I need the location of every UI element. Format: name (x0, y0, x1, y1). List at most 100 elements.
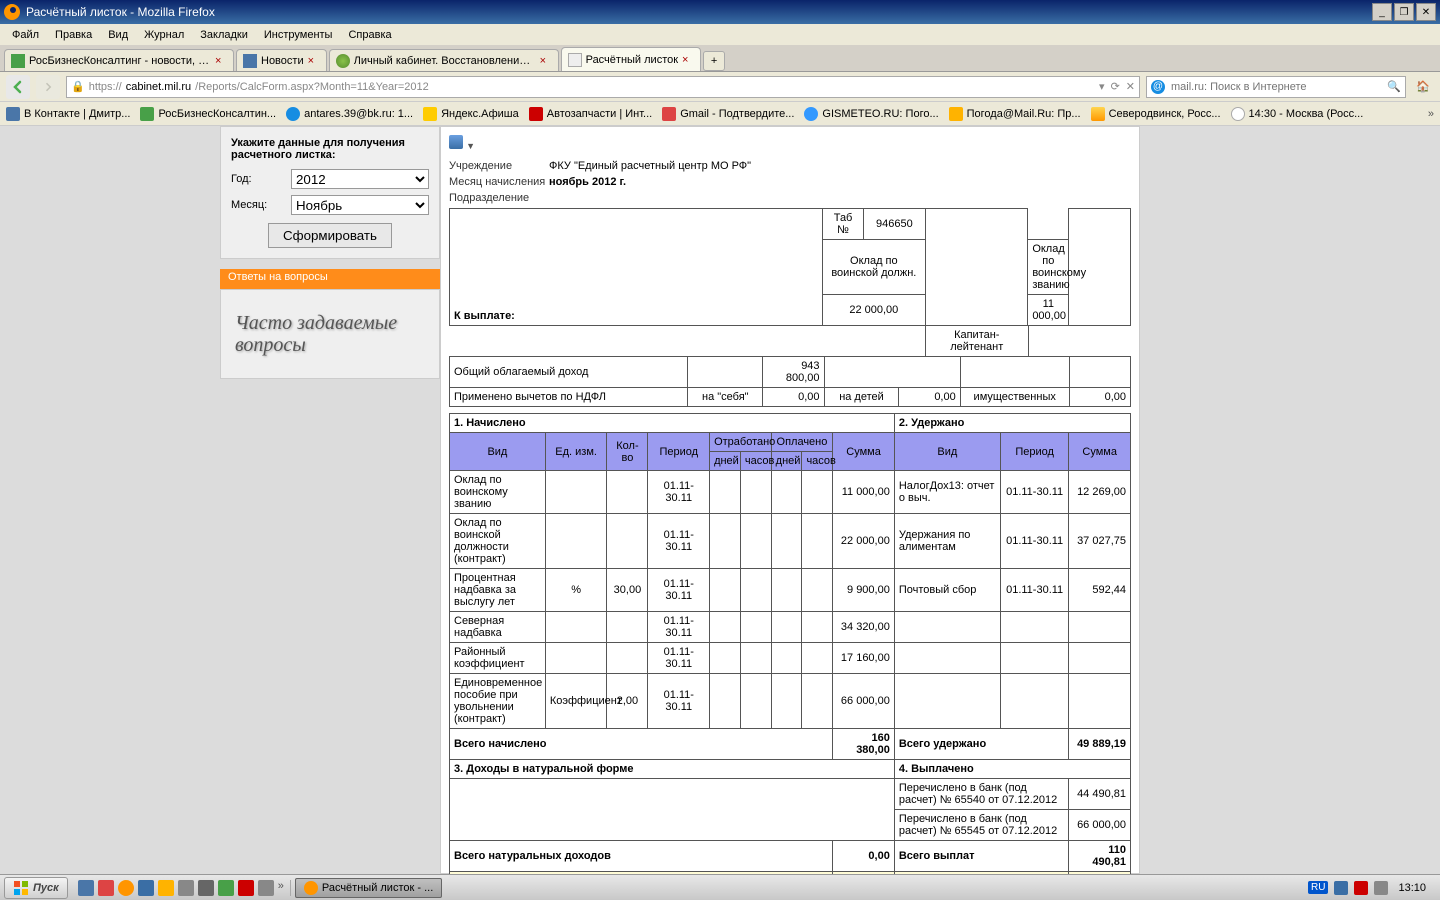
ql-icon[interactable] (158, 880, 174, 896)
institution-label: Учреждение (449, 160, 549, 172)
bookmark-item[interactable]: GISMETEO.RU: Пого... (804, 107, 938, 121)
close-icon[interactable]: × (682, 54, 694, 66)
search-input[interactable] (1171, 81, 1381, 93)
unit-label: Подразделение (449, 192, 549, 204)
tray-icon[interactable] (1354, 881, 1368, 895)
to-pay-label: К выплате: (454, 310, 515, 322)
new-tab-button[interactable]: + (703, 51, 725, 71)
table-row: Процентная надбавка за выслугу лет%30,00… (450, 569, 1131, 612)
menu-bookmarks[interactable]: Закладки (192, 27, 256, 43)
tray-icon[interactable] (1334, 881, 1348, 895)
ql-icon[interactable] (238, 880, 254, 896)
bookmark-item[interactable]: antares.39@bk.ru: 1... (286, 107, 413, 121)
top-table: К выплате: Таб № 946650 Оклад по воинско… (449, 208, 1131, 326)
faq-box[interactable]: Часто задаваемые вопросы (220, 289, 440, 379)
ql-icon[interactable] (198, 880, 214, 896)
close-icon[interactable]: × (308, 55, 320, 67)
table-row: Районный коэффициент01.11-30.1117 160,00 (450, 643, 1131, 674)
tab-strip: РосБизнесКонсалтинг - новости, акции... … (0, 46, 1440, 72)
url-bar[interactable]: 🔒 https://cabinet.mil.ru/Reports/CalcFor… (66, 76, 1140, 98)
task-button[interactable]: Расчётный листок - ... (295, 878, 442, 898)
period-value: ноябрь 2012 г. (549, 176, 626, 188)
report-toolbar: ▼ (449, 135, 1131, 152)
main-table: 1. Начислено 2. Удержано Вид Ед. изм. Ко… (449, 413, 1131, 874)
menu-view[interactable]: Вид (100, 27, 136, 43)
bookmarks-toolbar: В Контакте | Дмитр... РосБизнесКонсалтин… (0, 102, 1440, 126)
month-label: Месяц: (231, 199, 291, 211)
menu-edit[interactable]: Правка (47, 27, 100, 43)
language-indicator[interactable]: RU (1308, 881, 1328, 894)
ql-icon[interactable] (218, 880, 234, 896)
faq-bar[interactable]: Ответы на вопросы (220, 269, 440, 289)
forward-button[interactable] (36, 75, 60, 99)
quick-launch: » (72, 880, 291, 896)
dropdown-icon[interactable]: ▼ (466, 141, 475, 151)
menu-file[interactable]: Файл (4, 27, 47, 43)
start-button[interactable]: Пуск (4, 877, 68, 899)
clock[interactable]: 13:10 (1394, 882, 1430, 894)
reload-icon[interactable]: ⟳ (1111, 80, 1120, 93)
system-tray: RU 13:10 (1302, 881, 1436, 895)
table-row: Долг за сотрудником на начало месяца 0,0… (450, 872, 1131, 875)
close-icon[interactable]: × (215, 55, 227, 67)
month-select[interactable]: Ноябрь (291, 195, 429, 215)
globe-icon (336, 54, 350, 68)
tab-0[interactable]: РосБизнесКонсалтинг - новости, акции... … (4, 49, 234, 71)
table-row: Северная надбавка01.11-30.1134 320,00 (450, 612, 1131, 643)
back-button[interactable] (6, 75, 30, 99)
bookmark-item[interactable]: 14:30 - Москва (Росс... (1231, 107, 1364, 121)
bookmark-item[interactable]: Северодвинск, Росс... (1091, 107, 1221, 121)
bookmark-item[interactable]: Автозапчасти | Инт... (529, 107, 652, 121)
minimize-button[interactable]: _ (1372, 3, 1392, 21)
window-title: Расчётный листок - Mozilla Firefox (26, 5, 1372, 19)
windows-icon (13, 880, 29, 896)
menu-help[interactable]: Справка (340, 27, 399, 43)
rbc-icon (140, 107, 154, 121)
feed-icon[interactable]: ▾ (1099, 80, 1105, 93)
menu-tools[interactable]: Инструменты (256, 27, 341, 43)
bookmark-item[interactable]: РосБизнесКонсалтин... (140, 107, 276, 121)
auto-icon (529, 107, 543, 121)
panel-title: Укажите данные для получения расчетного … (231, 137, 429, 161)
save-icon[interactable] (449, 135, 463, 149)
ql-icon[interactable] (258, 880, 274, 896)
menu-bar: Файл Правка Вид Журнал Закладки Инструме… (0, 24, 1440, 46)
year-select[interactable]: 2012 (291, 169, 429, 189)
vk-icon (6, 107, 20, 121)
menu-history[interactable]: Журнал (136, 27, 192, 43)
home-button[interactable]: 🏠 (1412, 76, 1434, 98)
tab-3[interactable]: Расчётный листок × (561, 47, 701, 71)
tab-1[interactable]: Новости × (236, 49, 327, 71)
search-box[interactable]: @ 🔍 (1146, 76, 1406, 98)
rank-row: Капитан-лейтенант (449, 325, 1131, 357)
page-icon (568, 53, 582, 67)
period-label: Месяц начисления (449, 176, 549, 188)
table-row: Оклад по воинскому званию01.11-30.1111 0… (450, 471, 1131, 514)
institution-value: ФКУ "Единый расчетный центр МО РФ" (549, 160, 751, 172)
year-label: Год: (231, 173, 291, 185)
bookmarks-overflow[interactable]: » (1428, 108, 1434, 120)
mailru-icon (286, 107, 300, 121)
close-button[interactable]: ✕ (1416, 3, 1436, 21)
submit-button[interactable]: Сформировать (268, 223, 392, 248)
stop-icon[interactable]: ✕ (1126, 80, 1135, 93)
close-icon[interactable]: × (540, 55, 552, 67)
restore-button[interactable]: ❐ (1394, 3, 1414, 21)
mailru-icon: @ (1151, 80, 1165, 94)
nav-bar: 🔒 https://cabinet.mil.ru/Reports/CalcFor… (0, 72, 1440, 102)
tray-icon[interactable] (1374, 881, 1388, 895)
bookmark-item[interactable]: Яндекс.Афиша (423, 107, 519, 121)
vk-icon (243, 54, 257, 68)
bookmark-item[interactable]: Погода@Mail.Ru: Пр... (949, 107, 1081, 121)
search-icon[interactable]: 🔍 (1387, 80, 1401, 93)
ql-overflow[interactable]: » (278, 880, 284, 896)
tab-2[interactable]: Личный кабинет. Восстановление пар... × (329, 49, 559, 71)
bookmark-item[interactable]: Gmail - Подтвердите... (662, 107, 794, 121)
ql-icon[interactable] (138, 880, 154, 896)
ql-icon[interactable] (118, 880, 134, 896)
bookmark-item[interactable]: В Контакте | Дмитр... (6, 107, 130, 121)
ql-icon[interactable] (78, 880, 94, 896)
ql-icon[interactable] (98, 880, 114, 896)
ql-icon[interactable] (178, 880, 194, 896)
sun-icon (1091, 107, 1105, 121)
